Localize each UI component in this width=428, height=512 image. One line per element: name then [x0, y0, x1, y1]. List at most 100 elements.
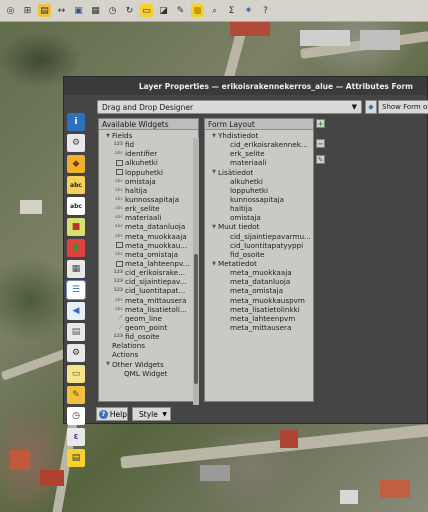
tree-item[interactable]: cid_luontitapatyyppi [205, 241, 313, 250]
tree-group[interactable]: ▼ Yhdistiedot [205, 131, 313, 140]
tree-item-label: omistaja [125, 176, 156, 186]
tree-group[interactable]: ▼ Other Widgets [99, 360, 198, 369]
tree-item[interactable]: cid_erikoisrakennek... [205, 140, 313, 149]
actions-icon[interactable]: ⚙ [67, 344, 85, 362]
tree-item[interactable]: materiaali [205, 158, 313, 167]
edit-item-button[interactable]: ✎ [316, 155, 325, 164]
tree-item[interactable]: Actions [99, 350, 198, 359]
tree-item[interactable]: kunnossapitaja [205, 195, 313, 204]
tree-item-label: meta_muokkaaja [230, 268, 292, 278]
tree-item[interactable]: meta_muokkau... [99, 241, 198, 250]
temporal-icon[interactable]: ◷ [67, 407, 85, 425]
diagrams-icon[interactable]: ▮ [67, 239, 85, 257]
variables-icon[interactable]: ε [67, 428, 85, 446]
symbology-icon[interactable]: ◆ [67, 155, 85, 173]
metadata-icon[interactable]: ▤ [67, 449, 85, 467]
auxiliary-storage-icon[interactable]: ▤ [67, 323, 85, 341]
zoom-icon[interactable]: ⌕ [208, 4, 221, 17]
tree-item[interactable]: alkuhetki [205, 177, 313, 186]
tree-item[interactable]: ⟋ geom_line [99, 314, 198, 323]
identify-icon[interactable]: ◎ [4, 4, 17, 17]
form-layout-panel: Form Layout ▼ Yhdistiedot cid_erikoisraken… [204, 118, 314, 402]
tree-item[interactable]: QML Widget [99, 369, 198, 378]
show-form-dropdown[interactable]: Show Form on [378, 100, 428, 114]
tree-item[interactable]: omistaja [205, 213, 313, 222]
tree-group[interactable]: ▼ Muut tiedot [205, 222, 313, 231]
tree-item[interactable]: meta_lahteenpv... [99, 259, 198, 268]
tree-group[interactable]: ▼ Fields [99, 131, 198, 140]
tree-group[interactable]: ▼ Lisätiedot [205, 168, 313, 177]
tree-group[interactable]: ▼ Metatiedot [205, 259, 313, 268]
tree-item[interactable]: meta_datanluoja [205, 277, 313, 286]
tree-item[interactable]: meta_omistaja [205, 286, 313, 295]
grid-icon[interactable]: ▦ [89, 4, 102, 17]
tree-item-label: materiaali [230, 158, 267, 168]
attributes-form-icon[interactable]: ☰ [66, 280, 86, 300]
tree-item[interactable]: loppuhetki [205, 186, 313, 195]
add-container-button[interactable]: + [316, 119, 325, 128]
tree-item[interactable]: abc meta_mittausera [99, 296, 198, 305]
joins-icon[interactable]: ◀ [67, 302, 85, 320]
tree-item[interactable]: abc materiaali [99, 213, 198, 222]
rendering-icon[interactable]: ✎ [67, 386, 85, 404]
form-layout-tree[interactable]: ▼ Yhdistiedot cid_erikoisrakennek... erk_se… [205, 130, 313, 332]
tree-item[interactable]: meta_lisatietolinkki [205, 305, 313, 314]
pencil-icon[interactable]: ✎ [174, 4, 187, 17]
labels-icon[interactable]: abc [67, 176, 85, 194]
integer-field-icon: 123 [113, 142, 123, 148]
tree-item[interactable]: abc meta_omistaja [99, 250, 198, 259]
tree-item[interactable]: erk_selite [205, 149, 313, 158]
tree-item[interactable]: 123 cid_luontitapat... [99, 286, 198, 295]
tree-item[interactable]: alkuhetki [99, 158, 198, 167]
tree-item[interactable]: abc omistaja [99, 177, 198, 186]
display-icon[interactable]: ▭ [67, 365, 85, 383]
designer-mode-select[interactable]: Drag and Drop Designer ▼ [97, 100, 362, 114]
box-icon[interactable]: ■ [191, 4, 204, 17]
style-button[interactable]: Style ▼ [132, 407, 171, 421]
remove-item-button[interactable]: − [316, 139, 325, 148]
information-icon[interactable]: i [67, 113, 85, 131]
tree-item[interactable]: abc meta_datanluoja [99, 222, 198, 231]
tree-item[interactable]: loppuhetki [99, 168, 198, 177]
tree-item[interactable]: 123 cid_sijaintiepav... [99, 277, 198, 286]
tree-item[interactable]: haltija [205, 204, 313, 213]
help-button[interactable]: ? Help [96, 407, 128, 421]
scrollbar-thumb[interactable] [194, 254, 198, 384]
tree-item[interactable]: meta_muokkaaja [205, 268, 313, 277]
tree-item[interactable]: meta_muokkauspvm [205, 296, 313, 305]
deselect-icon[interactable]: ◪ [157, 4, 170, 17]
tree-item[interactable]: abc meta_lisatietoli... [99, 305, 198, 314]
tree-item[interactable]: fid_osoite [205, 250, 313, 259]
tree-item[interactable]: 123 cid_erikoisrake... [99, 268, 198, 277]
save-icon[interactable]: ▣ [72, 4, 85, 17]
available-widgets-scrollbar[interactable] [193, 138, 199, 405]
tree-item[interactable]: abc haltija [99, 186, 198, 195]
tree-item[interactable]: cid_sijaintiepavarmu... [205, 232, 313, 241]
tree-item[interactable]: abc erk_selite [99, 204, 198, 213]
clock-icon[interactable]: ◷ [106, 4, 119, 17]
tree-item[interactable]: abc kunnossapitaja [99, 195, 198, 204]
tree-item[interactable]: 123 fid_osoite [99, 332, 198, 341]
help-icon[interactable]: ? [259, 4, 272, 17]
layer-icon[interactable]: ▤ [38, 4, 51, 17]
fields-icon[interactable]: ▦ [67, 260, 85, 278]
tree-item[interactable]: ⟋ geom_point [99, 323, 198, 332]
tree-item[interactable]: 123 fid [99, 140, 198, 149]
tree-item[interactable]: abc meta_muokkaaja [99, 232, 198, 241]
tree-item[interactable]: Relations [99, 341, 198, 350]
python-init-button[interactable]: ◆ [365, 100, 377, 114]
sigma-icon[interactable]: Σ [225, 4, 238, 17]
available-widgets-tree[interactable]: ▼ Fields 123 fid abc identifier alkuhetki loppu… [99, 130, 198, 378]
masks-icon[interactable]: abc [67, 197, 85, 215]
select-icon[interactable]: ▭ [140, 4, 153, 17]
refresh-icon[interactable]: ↻ [123, 4, 136, 17]
tree-item[interactable]: abc identifier [99, 149, 198, 158]
tree-item-label: omistaja [230, 213, 261, 223]
measure-icon[interactable]: ⊞ [21, 4, 34, 17]
source-icon[interactable]: ⚙ [67, 134, 85, 152]
tree-item[interactable]: meta_mittausera [205, 323, 313, 332]
pan-icon[interactable]: ↔ [55, 4, 68, 17]
settings-icon[interactable]: ✷ [242, 4, 255, 17]
3d-view-icon[interactable]: ■ [67, 218, 85, 236]
tree-item[interactable]: meta_lahteenpvm [205, 314, 313, 323]
